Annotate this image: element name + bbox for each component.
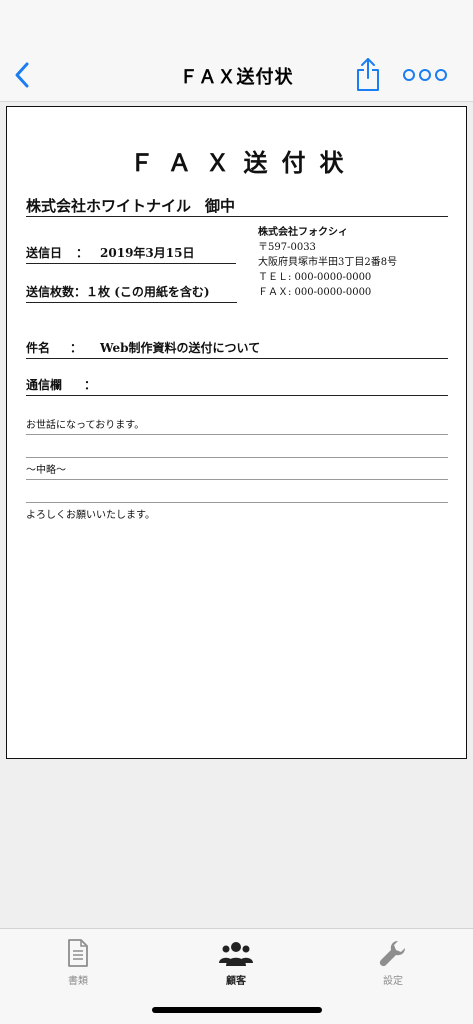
message-line: 〜中略〜 xyxy=(26,464,448,480)
message-line xyxy=(26,442,448,458)
recipient-name: 株式会社ホワイトナイル xyxy=(26,197,192,215)
communication-colon: ： xyxy=(84,378,97,392)
navigation-bar: ＦＡＸ送付状 xyxy=(0,0,473,102)
page-count-value: １枚 (この用紙を含む) xyxy=(86,285,210,299)
tab-settings[interactable]: 設定 xyxy=(353,935,433,991)
more-dots-icon xyxy=(403,69,447,81)
send-date-label: 送信日 xyxy=(26,246,63,260)
message-line: お世話になっております。 xyxy=(26,419,448,435)
sender-fax: ＦＡＸ: 000-0000-0000 xyxy=(258,287,372,298)
fax-cover-document: ＦＡＸ送付状 株式会社ホワイトナイル 御中 送信日 ： 2019年3月15日 送信枚数… xyxy=(6,106,467,759)
sender-company: 株式会社フォクシィ xyxy=(258,227,348,238)
home-indicator[interactable] xyxy=(152,1007,322,1013)
tab-label: 書類 xyxy=(68,976,88,987)
message-line xyxy=(26,487,448,503)
tab-customers[interactable]: 顧客 xyxy=(196,935,276,991)
tab-label: 設定 xyxy=(383,976,403,987)
subject-colon: ： xyxy=(70,341,83,355)
tab-label: 顧客 xyxy=(226,976,246,987)
send-date-colon: ： xyxy=(76,246,89,260)
share-button[interactable] xyxy=(354,56,382,92)
share-icon xyxy=(357,58,379,91)
more-button[interactable] xyxy=(402,66,448,84)
sender-postal: 〒597-0033 xyxy=(258,242,316,253)
sender-block: 株式会社フォクシィ 〒597-0033 大阪府貝塚市半田3丁目2番8号 ＴＥＬ:… xyxy=(258,225,397,300)
communication-row: 通信欄 ： xyxy=(26,376,448,396)
tab-documents[interactable]: 書類 xyxy=(38,935,118,991)
subject-value: Web制作資料の送付について xyxy=(100,341,261,355)
page-count-label: 送信枚数： xyxy=(26,285,87,299)
communication-label: 通信欄 xyxy=(26,378,63,392)
page-count-row: 送信枚数：１枚 (この用紙を含む) xyxy=(26,283,237,303)
sender-address: 大阪府貝塚市半田3丁目2番8号 xyxy=(258,257,398,268)
document-title: ＦＡＸ送付状 xyxy=(129,148,358,177)
document-icon xyxy=(68,939,88,967)
wrench-icon xyxy=(379,941,405,967)
people-icon xyxy=(219,942,253,966)
sender-tel: ＴＥＬ: 000-0000-0000 xyxy=(258,272,372,283)
subject-row: 件名 ： Web制作資料の送付について xyxy=(26,339,448,359)
send-date-row: 送信日 ： 2019年3月15日 xyxy=(26,244,236,264)
recipient-line: 株式会社ホワイトナイル 御中 xyxy=(26,195,448,217)
recipient-suffix: 御中 xyxy=(205,197,236,215)
message-line: よろしくお願いいたします。 xyxy=(26,510,155,521)
subject-label: 件名 xyxy=(26,341,51,355)
send-date-value: 2019年3月15日 xyxy=(100,246,195,260)
